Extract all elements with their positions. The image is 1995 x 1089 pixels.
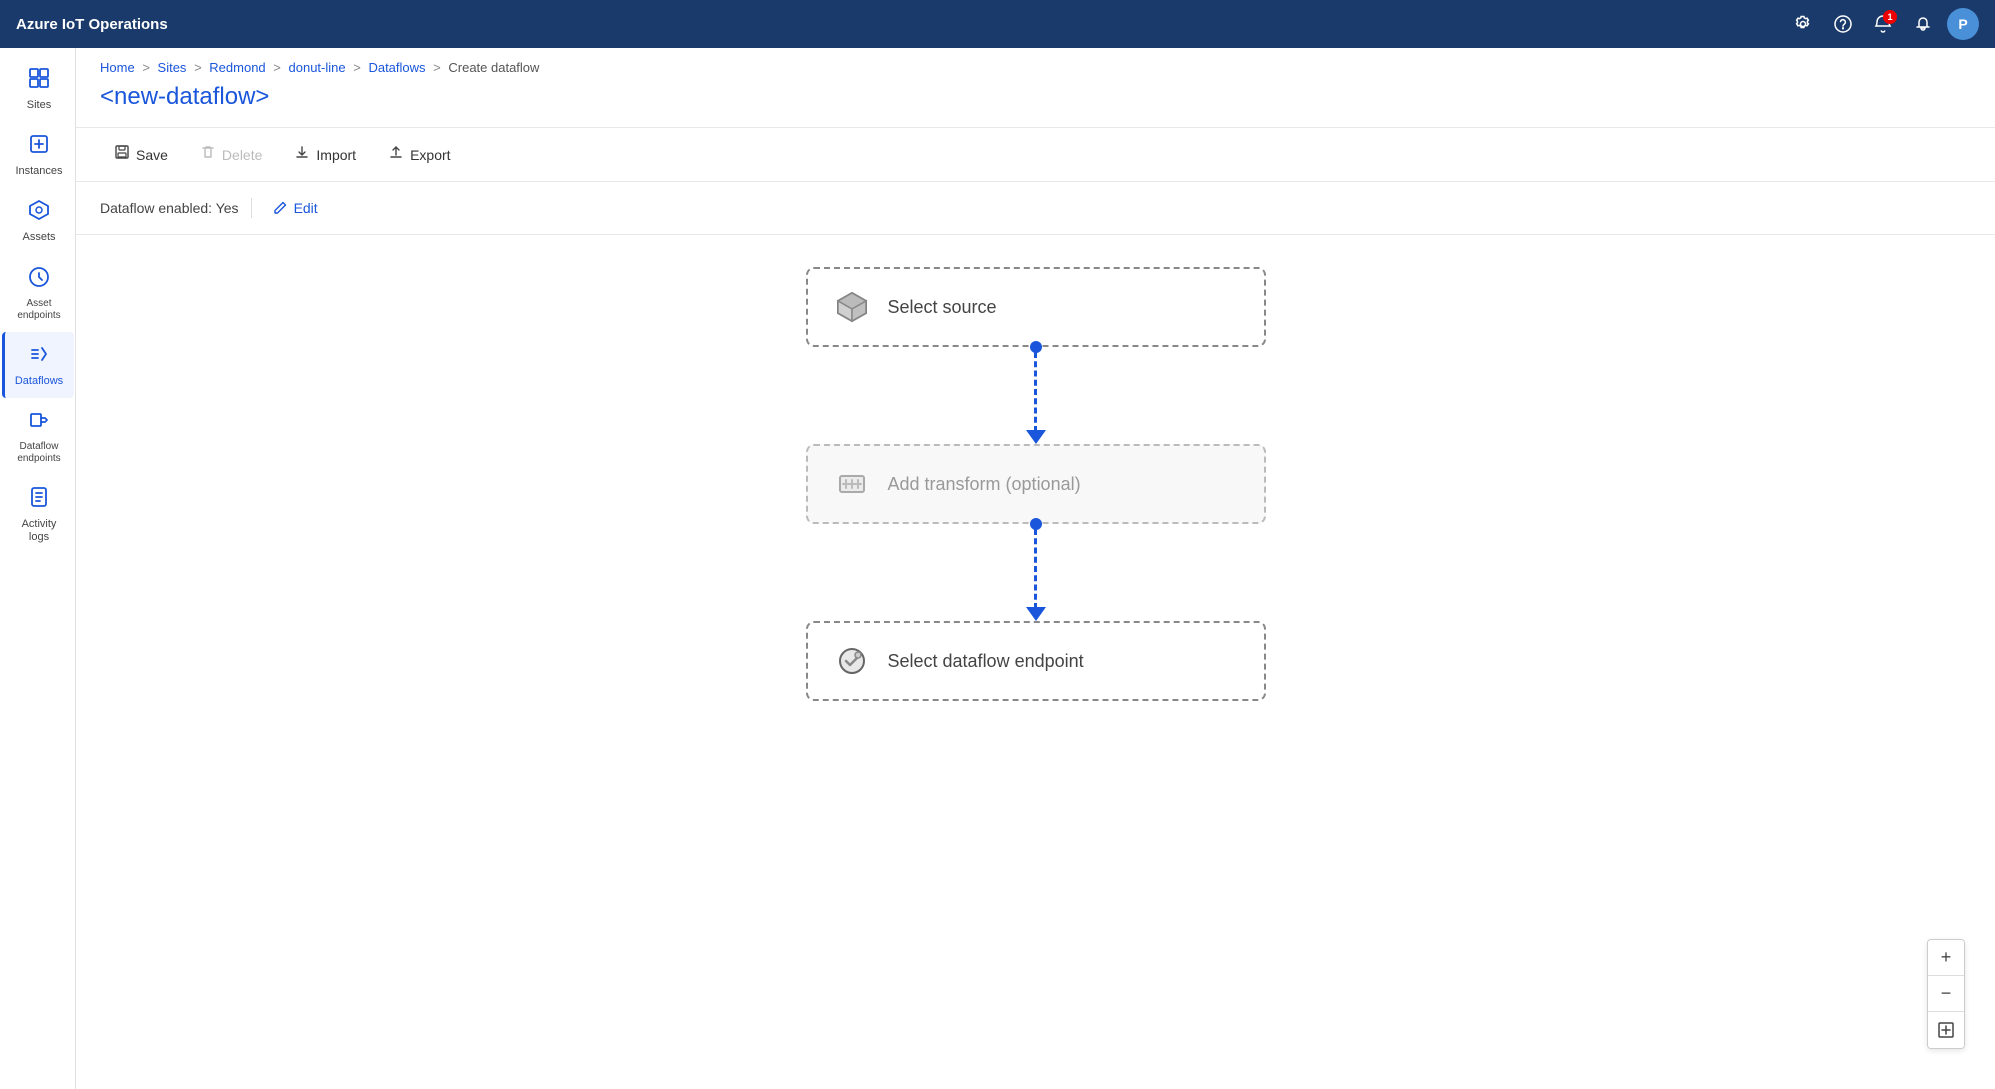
notification-badge: 1 [1883,10,1897,24]
sites-icon [27,66,51,96]
sidebar-item-dataflows[interactable]: Dataflows [2,332,74,398]
edit-label: Edit [294,200,318,216]
transform-node[interactable]: Add transform (optional) [806,444,1266,524]
main-content: Home > Sites > Redmond > donut-line > Da… [76,48,1995,1089]
connector-2 [1026,524,1046,621]
import-button[interactable]: Import [280,138,370,171]
sidebar-item-sites-label: Sites [27,99,51,112]
breadcrumb-dataflows[interactable]: Dataflows [368,60,425,75]
endpoint-node-icon [832,641,872,681]
zoom-out-button[interactable]: − [1928,976,1964,1012]
dataflows-icon [27,342,51,372]
connector-line-2 [1034,529,1037,609]
sidebar-item-assets-label: Assets [22,231,55,244]
page-title: <new-dataflow> [76,79,1995,127]
status-divider [251,198,252,218]
sidebar-item-instances[interactable]: Instances [2,122,74,188]
help-button[interactable] [1827,8,1859,40]
endpoint-node[interactable]: Select dataflow endpoint [806,621,1266,701]
app-body: Sites Instances Assets [0,48,1995,1089]
connector-dot-2 [1030,518,1042,530]
export-icon [388,144,404,165]
connector-arrow-2 [1026,607,1046,621]
endpoint-node-label: Select dataflow endpoint [888,651,1084,672]
source-node-icon [832,287,872,327]
sidebar-item-dataflow-endpoints[interactable]: Dataflow endpoints [2,398,74,475]
app-title: Azure IoT Operations [16,16,1787,33]
topbar-icons: 1 P [1787,8,1979,40]
sidebar: Sites Instances Assets [0,48,76,1089]
edit-button[interactable]: Edit [264,196,326,220]
zoom-controls: + − [1927,939,1965,1049]
source-node-label: Select source [888,297,997,318]
sidebar-item-instances-label: Instances [15,165,62,178]
status-bar: Dataflow enabled: Yes Edit [76,182,1995,235]
sidebar-item-activity-logs[interactable]: Activity logs [2,475,74,554]
sidebar-item-sites[interactable]: Sites [2,56,74,122]
connector-dot-1 [1030,341,1042,353]
sidebar-item-assets[interactable]: Assets [2,188,74,254]
dataflow-status: Dataflow enabled: Yes [100,200,239,216]
export-label: Export [410,147,450,163]
delete-icon [200,144,216,165]
settings-button[interactable] [1787,8,1819,40]
delete-label: Delete [222,147,262,163]
topbar: Azure IoT Operations 1 [0,0,1995,48]
transform-node-icon [832,464,872,504]
import-label: Import [316,147,356,163]
breadcrumb-sites[interactable]: Sites [158,60,187,75]
breadcrumb-redmond[interactable]: Redmond [209,60,265,75]
sidebar-item-dataflows-label: Dataflows [15,375,63,388]
source-node[interactable]: Select source [806,267,1266,347]
flow-canvas: Select source Add transform (optional) [76,235,1995,835]
connector-line-1 [1034,352,1037,432]
zoom-in-button[interactable]: + [1928,940,1964,976]
avatar[interactable]: P [1947,8,1979,40]
save-icon [114,144,130,165]
export-button[interactable]: Export [374,138,464,171]
dataflow-endpoints-icon [27,408,51,438]
toolbar: Save Delete Import [76,127,1995,182]
sidebar-item-dataflow-endpoints-label: Dataflow endpoints [13,441,66,465]
breadcrumb-current: Create dataflow [448,60,539,75]
bell-button[interactable] [1907,8,1939,40]
import-icon [294,144,310,165]
transform-node-label: Add transform (optional) [888,474,1081,495]
connector-1 [1026,347,1046,444]
instances-icon [27,132,51,162]
zoom-fit-button[interactable] [1928,1012,1964,1048]
notifications-button[interactable]: 1 [1867,8,1899,40]
breadcrumb-home[interactable]: Home [100,60,135,75]
connector-arrow-1 [1026,430,1046,444]
breadcrumb: Home > Sites > Redmond > donut-line > Da… [76,48,1995,79]
save-button[interactable]: Save [100,138,182,171]
sidebar-item-asset-endpoints-label: Asset endpoints [13,298,66,322]
assets-icon [27,198,51,228]
sidebar-item-activity-logs-label: Activity logs [13,518,66,544]
asset-endpoints-icon [27,265,51,295]
breadcrumb-donut-line[interactable]: donut-line [289,60,346,75]
save-label: Save [136,147,168,163]
sidebar-item-asset-endpoints[interactable]: Asset endpoints [2,255,74,332]
activity-logs-icon [27,485,51,515]
delete-button[interactable]: Delete [186,138,276,171]
